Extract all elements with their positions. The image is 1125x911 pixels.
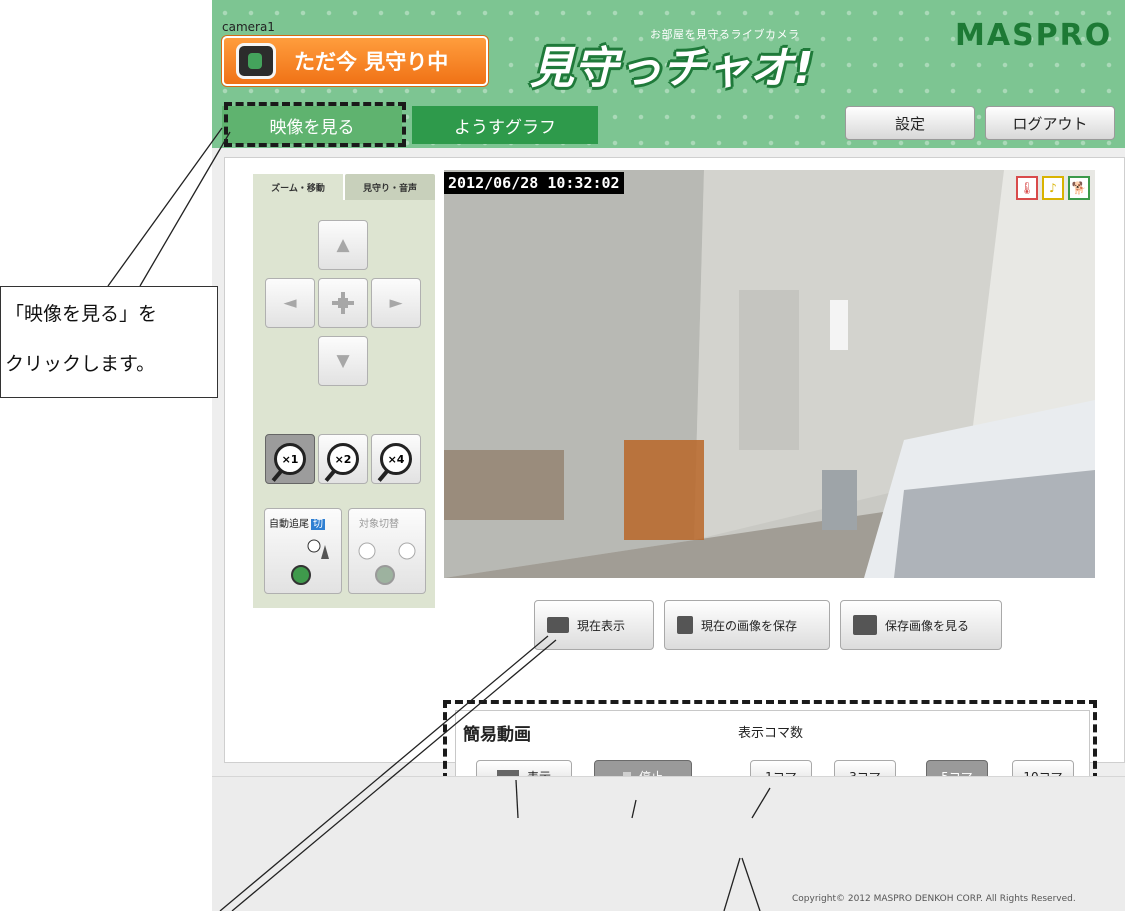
annotation-leader-lines bbox=[107, 127, 771, 911]
app-window: camera1 ただ今 見守り中 お部屋を見守るライブカメラ 見守っチャオ! M… bbox=[0, 0, 1125, 911]
instruction-callout: 「映像を見る」を クリックします。 bbox=[0, 286, 218, 398]
callout-line-2: クリックします。 bbox=[5, 353, 156, 375]
callout-line-1: 「映像を見る」を bbox=[5, 303, 158, 325]
